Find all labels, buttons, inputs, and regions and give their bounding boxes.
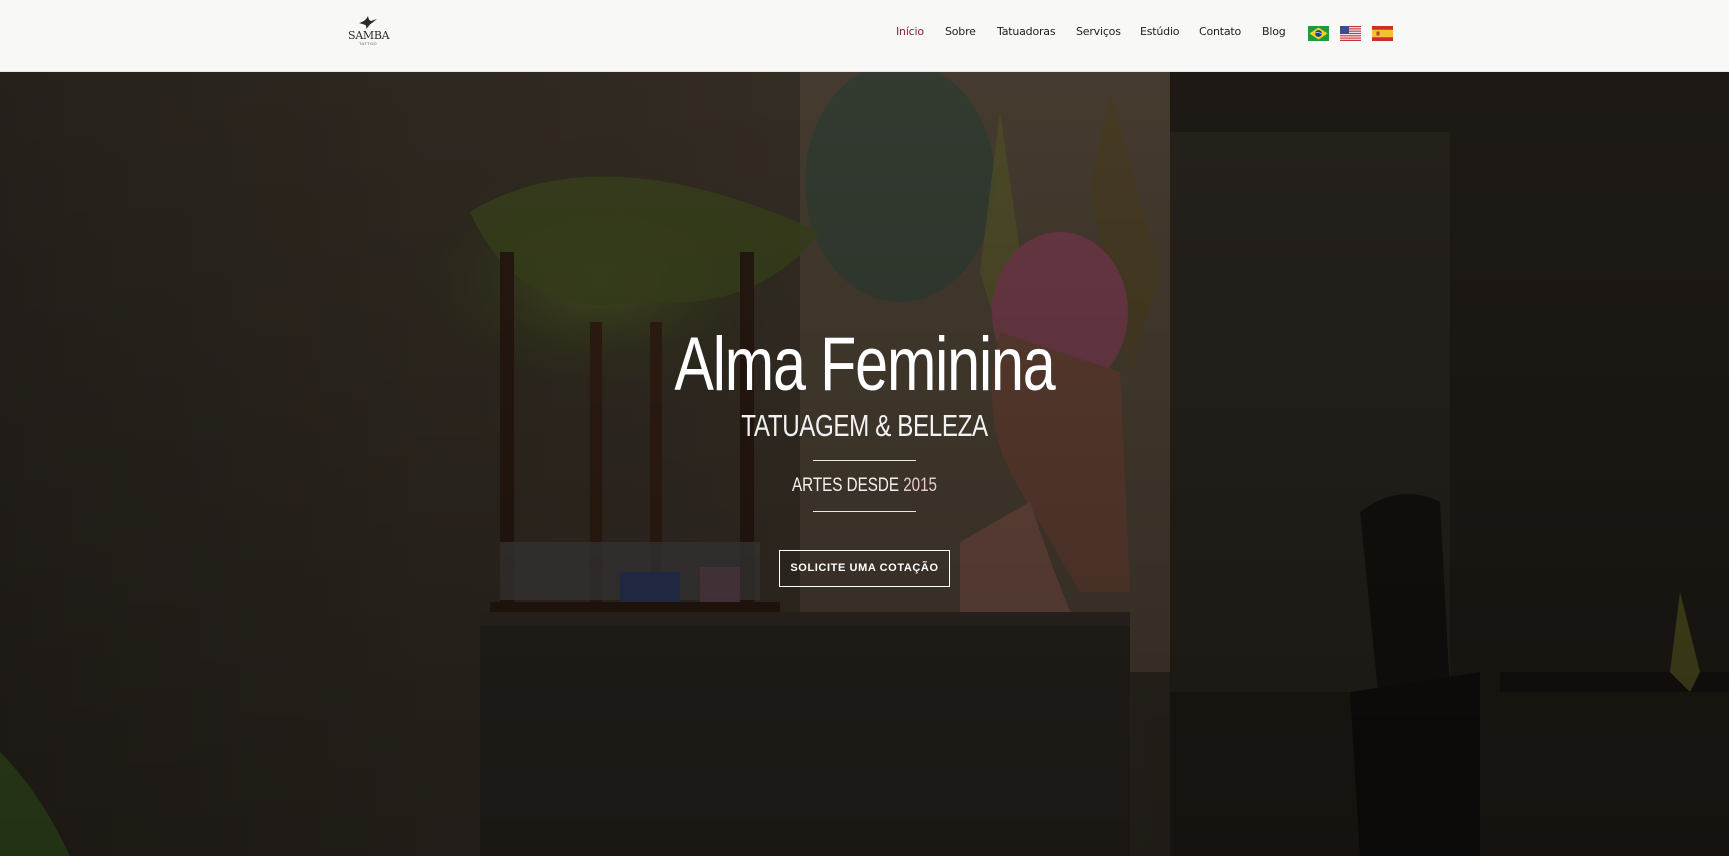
spain-flag-icon[interactable] [1372, 26, 1393, 41]
quote-request-button[interactable]: SOLICITE UMA COTAÇÃO [779, 550, 950, 587]
hero-title: Alma Feminina [674, 322, 1055, 407]
nav-inicio[interactable]: Início [896, 25, 924, 38]
site-logo[interactable]: SAMBA TATTOO [348, 14, 390, 54]
usa-flag-icon[interactable] [1340, 26, 1361, 41]
top-divider [813, 460, 916, 461]
logo-wordmark: SAMBA [348, 29, 390, 42]
nav-servicos[interactable]: Serviços [1076, 25, 1121, 38]
nav-sobre[interactable]: Sobre [945, 25, 976, 38]
nav-estudio[interactable]: Estúdio [1140, 25, 1180, 38]
bottom-divider [813, 511, 916, 512]
swallow-icon [359, 16, 377, 29]
since-year: 2015 [903, 475, 938, 496]
hero-section: Alma Feminina TATUAGEM & BELEZA ARTES DE… [0, 72, 1729, 856]
nav-contato[interactable]: Contato [1199, 25, 1241, 38]
site-header: SAMBA TATTOO Início Sobre Tatuadoras Ser… [0, 0, 1729, 72]
hero-content: Alma Feminina TATUAGEM & BELEZA ARTES DE… [0, 72, 1729, 856]
brazil-flag-icon[interactable] [1308, 26, 1329, 41]
nav-blog[interactable]: Blog [1262, 25, 1286, 38]
hero-since: ARTES DESDE 2015 [173, 474, 1556, 498]
since-label: ARTES DESDE [791, 475, 899, 496]
nav-tatuadoras[interactable]: Tatuadoras [997, 25, 1056, 38]
hero-subtitle: TATUAGEM & BELEZA [741, 408, 988, 443]
